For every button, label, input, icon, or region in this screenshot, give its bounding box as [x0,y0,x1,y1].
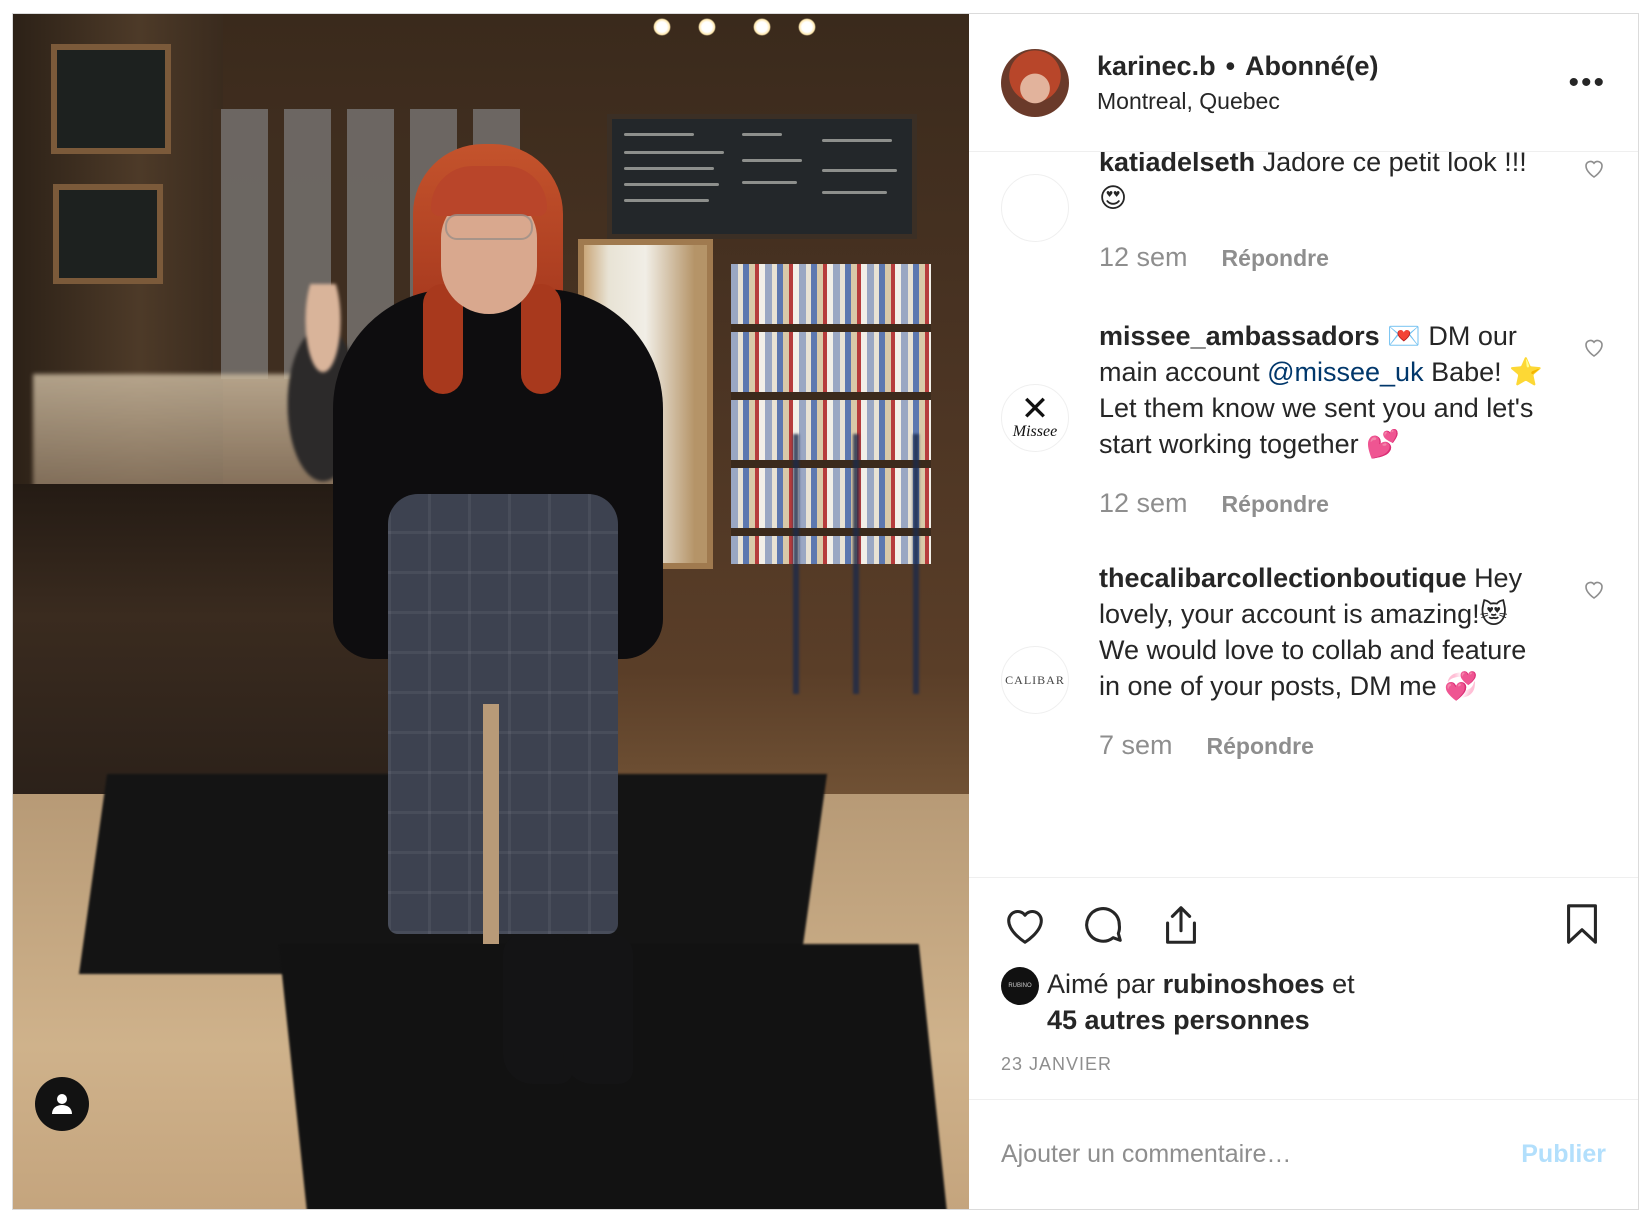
save-button[interactable] [1558,900,1606,948]
separator-dot: • [1225,50,1236,81]
comment-username[interactable]: missee_ambassadors [1099,321,1380,351]
heart-icon [1007,910,1043,944]
more-options-button[interactable]: ••• [1568,68,1606,98]
post-actions: RUBINO Aimé par rubinoshoes et 45 autres… [969,877,1638,1099]
like-button[interactable] [1001,901,1049,949]
comment-icon [1085,907,1122,943]
comment-button[interactable] [1079,901,1127,949]
comment-input[interactable] [1001,1140,1461,1169]
calibar-logo-text: CALIBAR [1005,672,1065,687]
comment-item: CALIBAR thecalibarcollectionboutique Hey… [1001,560,1606,761]
comment-username[interactable]: katiadelseth [1099,152,1255,177]
comment-time[interactable]: 12 sem [1099,488,1188,519]
likes-conjunction: et [1332,969,1355,999]
missee-logo-text: Missee [1012,423,1058,440]
publish-button[interactable]: Publier [1521,1140,1606,1169]
post-header: karinec.b • Abonné(e) Montreal, Quebec •… [969,14,1638,152]
liker-avatar-text: RUBINO [1008,983,1032,989]
post-username[interactable]: karinec.b [1097,51,1216,82]
avatar[interactable] [1001,48,1069,117]
post-date[interactable]: 23 JANVIER [1001,1054,1606,1075]
comment-item: katiadelseth Jadore ce petit look !!!😍 1… [1001,152,1606,273]
missee-logo-icon: ✕ [1020,389,1050,429]
commenter-avatar[interactable]: CALIBAR [1001,646,1069,714]
user-icon [52,1094,72,1114]
liker-username[interactable]: rubinoshoes [1163,969,1325,999]
add-comment-bar: Publier [969,1099,1638,1209]
likes-others[interactable]: 45 autres personnes [1047,1005,1310,1035]
person-figure [333,144,693,1144]
share-button[interactable] [1157,901,1205,949]
comments-list[interactable]: katiadelseth Jadore ce petit look !!!😍 1… [969,152,1638,877]
comment-like-heart-icon[interactable] [1582,577,1606,601]
post-location[interactable]: Montreal, Quebec [1097,88,1379,115]
commenter-avatar[interactable] [1001,174,1069,242]
comment-time[interactable]: 12 sem [1099,242,1188,273]
comment-time[interactable]: 7 sem [1099,730,1173,761]
comment-like-heart-icon[interactable] [1582,156,1606,180]
user-tags-button[interactable] [35,1077,89,1131]
reply-button[interactable]: Répondre [1207,733,1314,760]
liker-avatar[interactable]: RUBINO [1001,967,1039,1005]
bookmark-icon [1567,904,1597,944]
likes-summary: RUBINO Aimé par rubinoshoes et 45 autres… [1001,966,1606,1038]
comment-like-heart-icon[interactable] [1582,335,1606,359]
likes-prefix: Aimé par [1047,969,1156,999]
comment-username[interactable]: thecalibarcollectionboutique [1099,563,1467,593]
mention-link[interactable]: @missee_uk [1267,357,1423,387]
post-side-panel: karinec.b • Abonné(e) Montreal, Quebec •… [969,14,1638,1209]
post-photo[interactable] [13,14,969,1209]
reply-button[interactable]: Répondre [1222,245,1329,272]
share-icon [1166,906,1196,944]
commenter-avatar[interactable]: ✕ Missee [1001,384,1069,452]
reply-button[interactable]: Répondre [1222,491,1329,518]
follow-status[interactable]: Abonné(e) [1245,51,1378,82]
post-dialog: karinec.b • Abonné(e) Montreal, Quebec •… [12,13,1639,1210]
comment-item: ✕ Missee missee_ambassadors 💌 DM our mai… [1001,318,1606,519]
